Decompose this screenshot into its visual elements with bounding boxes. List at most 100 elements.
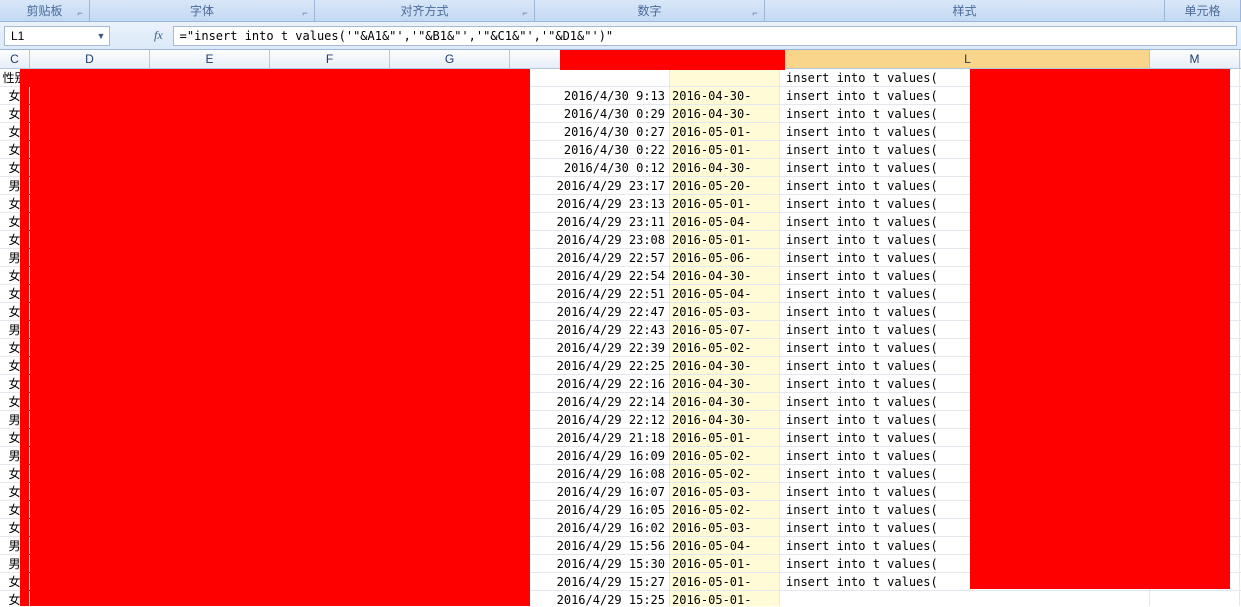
cell-H[interactable]: 2016/4/29 15:27 [510,573,670,590]
fx-icon[interactable]: fx [154,28,163,43]
cell-I[interactable]: 2016-05-03- [670,483,780,500]
cell-C[interactable]: 女 [0,105,30,122]
cell-I[interactable]: 2016-05-01- [670,141,780,158]
cell-H[interactable]: 2016/4/29 16:02 [510,519,670,536]
cell-I[interactable]: 2016-04-30- [670,159,780,176]
cell-I[interactable]: 2016-05-01- [670,573,780,590]
cell-C[interactable]: 女 [0,87,30,104]
cell-I[interactable]: 2016-05-03- [670,303,780,320]
cell-H[interactable]: 2016/4/29 22:54 [510,267,670,284]
cell-H[interactable]: 2016/4/30 0:22 [510,141,670,158]
cell-I[interactable]: 2016-05-01- [670,591,780,606]
cell-C[interactable]: 男 [0,249,30,266]
cell-H[interactable]: 2016/4/29 16:08 [510,465,670,482]
cell-H[interactable]: 2016/4/29 16:05 [510,501,670,518]
column-header-L[interactable]: L [780,50,1150,68]
cell-I[interactable]: 2016-05-02- [670,501,780,518]
cell-I[interactable]: 2016-05-01- [670,195,780,212]
column-header-C[interactable]: C [0,50,30,68]
cell-I[interactable]: 2016-05-02- [670,447,780,464]
cell-C[interactable]: 女 [0,483,30,500]
cell-I[interactable]: 2016-04-30- [670,87,780,104]
cell-I[interactable] [670,69,780,86]
column-header-G[interactable]: G [390,50,510,68]
cell-I[interactable]: 2016-05-06- [670,249,780,266]
cell-H[interactable]: 2016/4/29 15:56 [510,537,670,554]
cell-H[interactable]: 2016/4/29 21:18 [510,429,670,446]
column-header-D[interactable]: D [30,50,150,68]
cell-C[interactable]: 女 [0,195,30,212]
cell-C[interactable]: 男 [0,411,30,428]
cell-C[interactable]: 男 [0,555,30,572]
cell-I[interactable]: 2016-04-30- [670,357,780,374]
cell-I[interactable]: 2016-05-01- [670,231,780,248]
cell-I[interactable]: 2016-05-02- [670,339,780,356]
cell-C[interactable]: 女 [0,465,30,482]
cell-I[interactable]: 2016-05-01- [670,555,780,572]
cell-M[interactable] [1150,591,1240,606]
dialog-launcher-icon[interactable]: ⌐ [298,6,312,20]
cell-I[interactable]: 2016-05-20- [670,177,780,194]
cell-C[interactable]: 女 [0,213,30,230]
spreadsheet-grid[interactable]: CDEFGHILM 性别生活手机号insert into t values(女2… [0,50,1241,606]
cell-C[interactable]: 女 [0,357,30,374]
cell-H[interactable]: 2016/4/29 15:30 [510,555,670,572]
cell-L[interactable] [780,591,1150,606]
cell-I[interactable]: 2016-04-30- [670,375,780,392]
cell-C[interactable]: 女 [0,285,30,302]
cell-H[interactable]: 2016/4/29 22:57 [510,249,670,266]
cell-C[interactable]: 男 [0,447,30,464]
cell-H[interactable]: 2016/4/29 16:09 [510,447,670,464]
cell-C[interactable]: 女 [0,375,30,392]
cell-I[interactable]: 2016-04-30- [670,393,780,410]
cell-C[interactable]: 女 [0,303,30,320]
cell-C[interactable]: 女 [0,159,30,176]
cell-I[interactable]: 2016-04-30- [670,267,780,284]
cell-H[interactable]: 2016/4/30 0:12 [510,159,670,176]
cell-C[interactable]: 女 [0,231,30,248]
formula-input[interactable]: ="insert into t values('"&A1&"','"&B1&"'… [173,26,1237,46]
cell-H[interactable]: 2016/4/29 23:17 [510,177,670,194]
cell-C[interactable]: 女 [0,501,30,518]
cell-H[interactable]: 2016/4/29 22:25 [510,357,670,374]
cell-C[interactable]: 女 [0,519,30,536]
cell-I[interactable]: 2016-05-03- [670,519,780,536]
dialog-launcher-icon[interactable]: ⌐ [748,6,762,20]
cell-I[interactable]: 2016-05-01- [670,429,780,446]
column-header-F[interactable]: F [270,50,390,68]
cell-C[interactable]: 女 [0,393,30,410]
cell-H[interactable]: 2016/4/29 22:47 [510,303,670,320]
cell-H[interactable]: 2016/4/29 23:08 [510,231,670,248]
cell-H[interactable] [510,69,670,86]
cell-I[interactable]: 2016-05-01- [670,123,780,140]
cell-H[interactable]: 2016/4/29 22:12 [510,411,670,428]
cell-I[interactable]: 2016-05-07- [670,321,780,338]
cell-C[interactable]: 男 [0,321,30,338]
cell-C[interactable]: 女 [0,591,30,606]
cell-I[interactable]: 2016-04-30- [670,411,780,428]
cell-C[interactable]: 女 [0,141,30,158]
cell-H[interactable]: 2016/4/29 22:14 [510,393,670,410]
column-header-E[interactable]: E [150,50,270,68]
cell-C[interactable]: 女 [0,429,30,446]
cell-H[interactable]: 2016/4/29 22:39 [510,339,670,356]
cell-H[interactable]: 2016/4/30 9:13 [510,87,670,104]
cell-H[interactable]: 2016/4/29 22:43 [510,321,670,338]
cell-H[interactable]: 2016/4/29 22:16 [510,375,670,392]
dialog-launcher-icon[interactable]: ⌐ [518,6,532,20]
cell-H[interactable]: 2016/4/29 16:07 [510,483,670,500]
cell-C[interactable]: 女 [0,573,30,590]
cell-C[interactable]: 男 [0,177,30,194]
chevron-down-icon[interactable]: ▼ [93,31,109,41]
cell-H[interactable]: 2016/4/29 15:25 [510,591,670,606]
cell-H[interactable]: 2016/4/30 0:29 [510,105,670,122]
cell-H[interactable]: 2016/4/29 23:11 [510,213,670,230]
column-header-M[interactable]: M [1150,50,1240,68]
cell-C[interactable]: 女 [0,123,30,140]
cell-I[interactable]: 2016-05-04- [670,537,780,554]
cell-C[interactable]: 男 [0,537,30,554]
name-box[interactable]: L1 ▼ [4,26,110,46]
cell-I[interactable]: 2016-05-04- [670,213,780,230]
cell-I[interactable]: 2016-05-04- [670,285,780,302]
cell-C[interactable]: 女 [0,339,30,356]
